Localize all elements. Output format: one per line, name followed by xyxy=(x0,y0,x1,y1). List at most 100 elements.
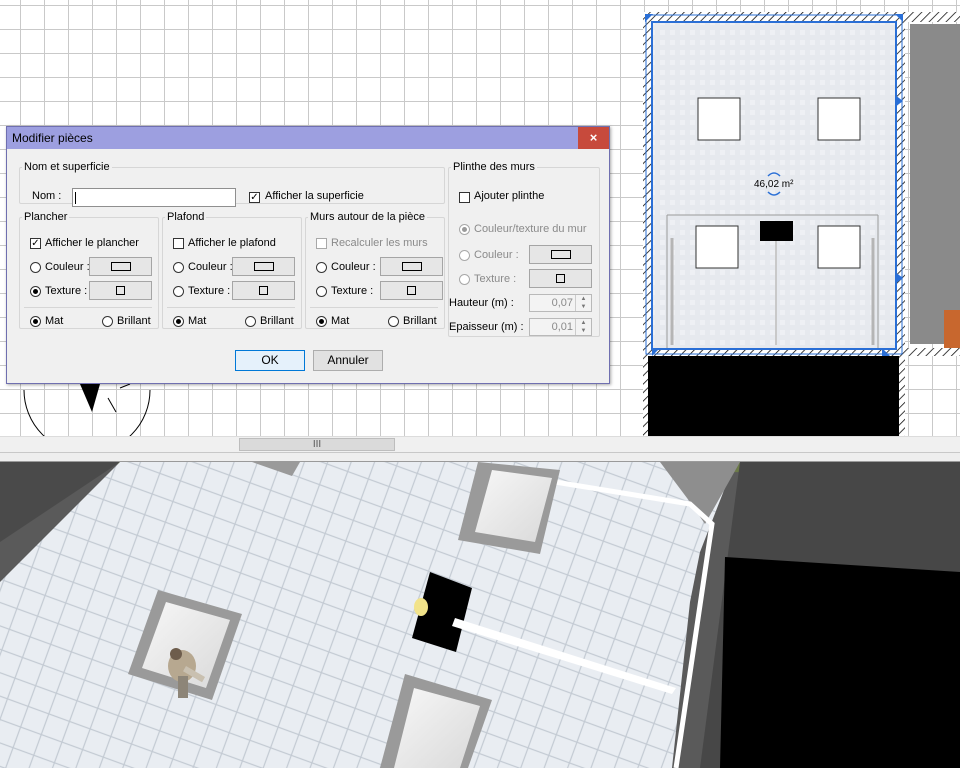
ceiling-color-label[interactable]: Couleur : xyxy=(188,261,233,273)
walls-mat-radio[interactable] xyxy=(316,316,327,327)
ceiling-shiny-label[interactable]: Brillant xyxy=(260,315,294,327)
plan-horizontal-scrollbar[interactable]: III xyxy=(0,436,960,453)
texture-swatch-icon xyxy=(116,286,125,295)
skylight[interactable] xyxy=(817,97,861,141)
baseboard-color-label[interactable]: Couleur : xyxy=(474,249,519,261)
ok-button[interactable]: OK xyxy=(235,350,305,371)
chevron-down-icon[interactable]: ▼ xyxy=(575,303,591,311)
floor-shiny-label[interactable]: Brillant xyxy=(117,315,151,327)
baseboard-color-button[interactable] xyxy=(529,245,592,264)
cancel-label: Annuler xyxy=(327,353,369,367)
view-splitter[interactable] xyxy=(0,452,960,462)
recompute-walls-checkbox[interactable] xyxy=(316,238,327,249)
walls-color-radio[interactable] xyxy=(316,262,327,273)
walls-texture-radio[interactable] xyxy=(316,286,327,297)
floor-group: Plancher ✓ Afficher le plancher Couleur … xyxy=(19,211,159,329)
chevron-up-icon[interactable]: ▲ xyxy=(575,295,591,303)
cancel-button[interactable]: Annuler xyxy=(313,350,383,371)
lamp-object[interactable] xyxy=(760,221,793,241)
height-value: 0,07 xyxy=(551,297,573,309)
height-spinner[interactable]: 0,07 ▲ ▼ xyxy=(529,294,592,312)
ceiling-group: Plafond Afficher le plafond Couleur : Te… xyxy=(162,211,302,329)
floor-color-label[interactable]: Couleur : xyxy=(45,261,90,273)
floor-texture-button[interactable] xyxy=(89,281,152,300)
walls-color-label[interactable]: Couleur : xyxy=(331,261,376,273)
add-baseboard-label[interactable]: Ajouter plinthe xyxy=(474,190,544,202)
baseboard-texture-radio[interactable] xyxy=(459,274,470,285)
room-area-label: 46,02 m² xyxy=(754,179,794,190)
baseboard-texture-button[interactable] xyxy=(529,269,592,288)
scrollbar-thumb[interactable]: III xyxy=(239,438,395,451)
close-button[interactable]: × xyxy=(578,127,609,149)
ceiling-texture-radio[interactable] xyxy=(173,286,184,297)
floor-color-radio[interactable] xyxy=(30,262,41,273)
baseboard-wall-color-label[interactable]: Couleur/texture du mur xyxy=(474,223,587,235)
walls-mat-label[interactable]: Mat xyxy=(331,315,349,327)
floor-mat-label[interactable]: Mat xyxy=(45,315,63,327)
dialog-title: Modifier pièces xyxy=(12,131,93,145)
ceiling-mat-label[interactable]: Mat xyxy=(188,315,206,327)
walls-shiny-radio[interactable] xyxy=(388,316,399,327)
walls-shiny-label[interactable]: Brillant xyxy=(403,315,437,327)
close-icon: × xyxy=(589,130,598,145)
show-ceiling-checkbox[interactable] xyxy=(173,238,184,249)
black-area-3d xyxy=(720,557,960,768)
add-baseboard-checkbox[interactable] xyxy=(459,192,470,203)
walls-texture-label[interactable]: Texture : xyxy=(331,285,373,297)
scroll-grip: III xyxy=(312,439,322,450)
name-area-legend: Nom et superficie xyxy=(24,161,110,173)
skylight[interactable] xyxy=(697,97,741,141)
baseboard-wall-color-radio[interactable] xyxy=(459,224,470,235)
floor-texture-label[interactable]: Texture : xyxy=(45,285,87,297)
ceiling-legend: Plafond xyxy=(167,211,205,223)
show-floor-label[interactable]: Afficher le plancher xyxy=(45,237,139,249)
ceiling-shiny-radio[interactable] xyxy=(245,316,256,327)
recompute-walls-label[interactable]: Recalculer les murs xyxy=(331,237,428,249)
floor-mat-radio[interactable] xyxy=(30,316,41,327)
ceiling-texture-label[interactable]: Texture : xyxy=(188,285,230,297)
baseboard-legend: Plinthe des murs xyxy=(453,161,535,173)
floor-color-button[interactable] xyxy=(89,257,152,276)
adjacent-room xyxy=(910,24,960,344)
walls-color-button[interactable] xyxy=(380,257,443,276)
ceiling-mat-radio[interactable] xyxy=(173,316,184,327)
texture-swatch-icon xyxy=(407,286,416,295)
name-field[interactable] xyxy=(72,188,236,207)
thickness-value: 0,01 xyxy=(551,321,573,333)
show-area-label[interactable]: Afficher la superficie xyxy=(265,190,364,202)
color-swatch-icon xyxy=(402,262,422,271)
color-swatch-icon xyxy=(551,250,571,259)
3d-scene xyxy=(0,462,960,768)
floor-3d xyxy=(0,462,735,768)
walls-legend: Murs autour de la pièce xyxy=(310,211,425,223)
3d-view[interactable] xyxy=(0,462,960,768)
thickness-label: Epaisseur (m) : xyxy=(449,321,524,333)
name-label: Nom : xyxy=(32,190,62,202)
chevron-down-icon[interactable]: ▼ xyxy=(575,327,591,335)
black-area xyxy=(648,356,899,436)
ceiling-color-radio[interactable] xyxy=(173,262,184,273)
floor-texture-radio[interactable] xyxy=(30,286,41,297)
modify-rooms-dialog: Modifier pièces × Nom et superficie Nom … xyxy=(6,126,610,384)
thickness-spinner[interactable]: 0,01 ▲ ▼ xyxy=(529,318,592,336)
ceiling-color-button[interactable] xyxy=(232,257,295,276)
divider xyxy=(167,307,295,308)
baseboard-texture-label[interactable]: Texture : xyxy=(474,273,516,285)
divider xyxy=(310,307,438,308)
walls-texture-button[interactable] xyxy=(380,281,443,300)
baseboard-color-radio[interactable] xyxy=(459,250,470,261)
text-cursor xyxy=(75,192,76,204)
divider xyxy=(24,307,152,308)
walls-group: Murs autour de la pièce Recalculer les m… xyxy=(305,211,445,329)
floor-shiny-radio[interactable] xyxy=(102,316,113,327)
show-area-checkbox[interactable]: ✓ xyxy=(249,192,260,203)
skylight[interactable] xyxy=(817,225,861,269)
show-floor-checkbox[interactable]: ✓ xyxy=(30,238,41,249)
compass[interactable] xyxy=(23,383,151,436)
skylight[interactable] xyxy=(695,225,739,269)
ceiling-texture-button[interactable] xyxy=(232,281,295,300)
chevron-up-icon[interactable]: ▲ xyxy=(575,319,591,327)
dialog-titlebar[interactable]: Modifier pièces × xyxy=(7,127,609,149)
show-ceiling-label[interactable]: Afficher le plafond xyxy=(188,237,276,249)
name-area-group: Nom et superficie Nom : ✓ Afficher la su… xyxy=(19,161,445,207)
